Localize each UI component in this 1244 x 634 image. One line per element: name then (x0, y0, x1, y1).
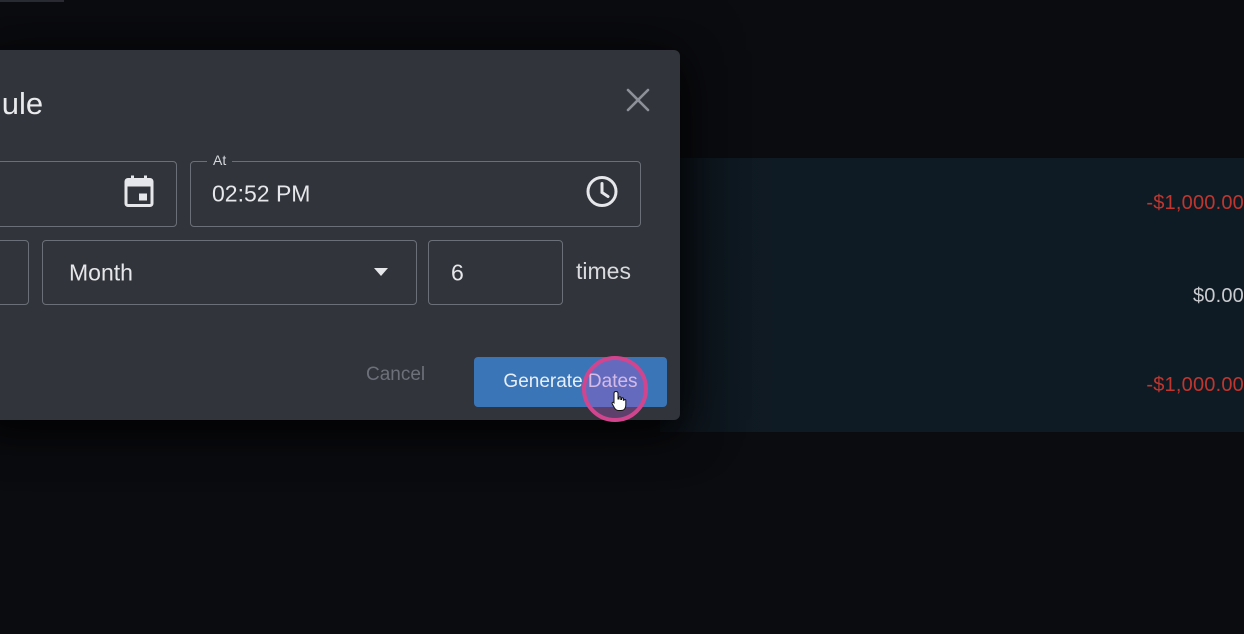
amount-cell: $0.00 (1192, 285, 1244, 307)
dialog-title: hedule (0, 86, 44, 121)
repeat-unit-select[interactable]: Month (42, 240, 417, 305)
close-button[interactable] (622, 84, 654, 116)
dropdown-arrow-icon[interactable] (373, 264, 389, 282)
repeat-unit-value: Month (69, 259, 133, 285)
occurrence-count-value[interactable]: 6 (451, 259, 464, 286)
cancel-button[interactable]: Cancel (366, 364, 425, 386)
occurrence-count-field[interactable]: 6 (428, 240, 563, 305)
times-label: times (576, 258, 631, 284)
pointer-hand-icon (611, 390, 627, 417)
repeat-interval-field[interactable] (0, 240, 29, 305)
transactions-table-background: -$1,000.00 $0.00 -$1,000.00 (660, 158, 1244, 432)
schedule-dialog: hedule At 02:52 PM (0, 50, 680, 420)
time-field[interactable]: At 02:52 PM (190, 152, 641, 227)
top-edge-divider (0, 0, 64, 2)
amount-cell: -$1,000.00 (1146, 374, 1244, 396)
amount-cell: -$1,000.00 (1146, 192, 1244, 214)
close-icon (626, 88, 650, 112)
time-input-value[interactable]: 02:52 PM (212, 181, 310, 208)
clock-icon[interactable] (585, 175, 619, 214)
calendar-icon (123, 175, 155, 214)
time-field-label: At (207, 152, 233, 168)
date-field[interactable] (0, 161, 177, 227)
